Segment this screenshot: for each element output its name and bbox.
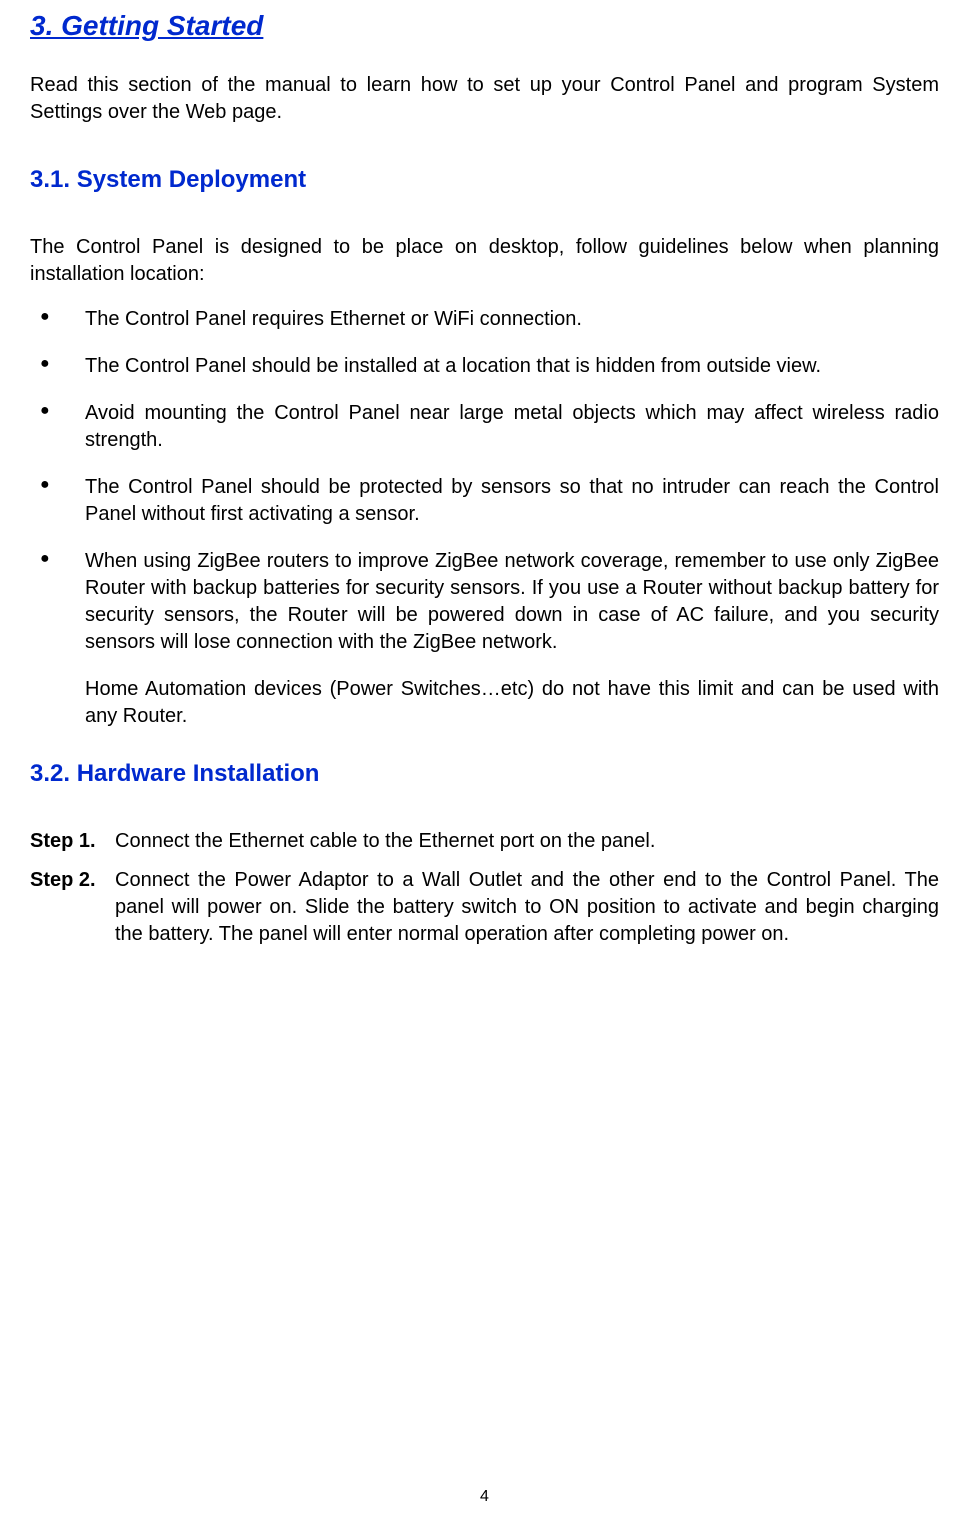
- heading-main: 3. Getting Started: [30, 10, 939, 42]
- bullet-item: The Control Panel should be installed at…: [30, 353, 939, 380]
- bullet-item: The Control Panel requires Ethernet or W…: [30, 306, 939, 333]
- body-31-intro: The Control Panel is designed to be plac…: [30, 234, 939, 288]
- step-text: Connect the Ethernet cable to the Ethern…: [115, 828, 939, 855]
- bullet-item: The Control Panel should be protected by…: [30, 474, 939, 528]
- bullet-item: Avoid mounting the Control Panel near la…: [30, 400, 939, 454]
- page-number: 4: [480, 1488, 489, 1506]
- bullet-item: When using ZigBee routers to improve Zig…: [30, 548, 939, 656]
- step-label: Step 1.: [30, 828, 115, 855]
- bullet-sub-text: Home Automation devices (Power Switches……: [30, 676, 939, 730]
- step-1: Step 1. Connect the Ethernet cable to th…: [30, 828, 939, 855]
- bullet-list: The Control Panel requires Ethernet or W…: [30, 306, 939, 730]
- step-label: Step 2.: [30, 867, 115, 894]
- intro-paragraph: Read this section of the manual to learn…: [30, 72, 939, 126]
- step-text: Connect the Power Adaptor to a Wall Outl…: [115, 867, 939, 948]
- heading-system-deployment: 3.1. System Deployment: [30, 166, 939, 194]
- heading-hardware-installation: 3.2. Hardware Installation: [30, 760, 939, 788]
- step-2: Step 2. Connect the Power Adaptor to a W…: [30, 867, 939, 948]
